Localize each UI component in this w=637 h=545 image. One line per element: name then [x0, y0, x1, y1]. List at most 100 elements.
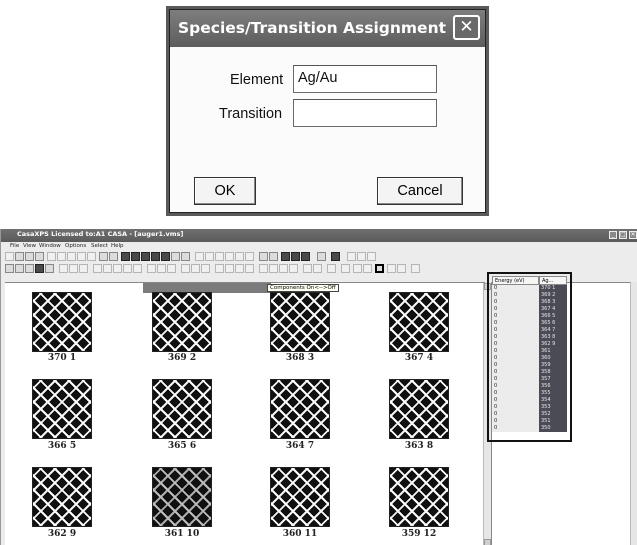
open-folder-icon[interactable]: [25, 252, 34, 261]
tile-display-icon[interactable]: [121, 252, 130, 261]
spectrum-tile[interactable]: [32, 467, 92, 527]
toolbar-icon[interactable]: [25, 264, 34, 273]
save-icon[interactable]: [35, 252, 44, 261]
toolbar-icon[interactable]: [279, 264, 288, 273]
toolbar-icon[interactable]: [357, 252, 366, 261]
toolbar-icon[interactable]: [191, 264, 200, 273]
toolbar-icon[interactable]: [281, 252, 290, 261]
toolbar-icon[interactable]: [269, 252, 278, 261]
toolbar-icon[interactable]: [5, 264, 14, 273]
spectrum-tile[interactable]: [32, 292, 92, 352]
toolbar-icon[interactable]: [205, 252, 214, 261]
close-icon[interactable]: ✕: [453, 15, 480, 40]
toolbar-icon[interactable]: [157, 264, 166, 273]
toolbar-icon[interactable]: [15, 264, 24, 273]
menu-file[interactable]: File: [10, 243, 19, 249]
toolbar-icon[interactable]: [397, 264, 406, 273]
spectrum-tile[interactable]: [389, 379, 449, 439]
toolbar-icon[interactable]: [93, 264, 102, 273]
components-toggle-button[interactable]: [375, 264, 384, 273]
toolbar-icon[interactable]: [225, 252, 234, 261]
spectrum-tile[interactable]: [152, 467, 212, 527]
toolbar-icon[interactable]: [133, 264, 142, 273]
toolbar-icon[interactable]: [313, 264, 322, 273]
tile-display-icon[interactable]: [161, 252, 170, 261]
toolbar-icon[interactable]: [327, 264, 336, 273]
spectrum-tile[interactable]: [389, 467, 449, 527]
toolbar-icon[interactable]: [103, 264, 112, 273]
toolbar-icon[interactable]: [77, 252, 86, 261]
toolbar-icon[interactable]: [215, 264, 224, 273]
toolbar-icon[interactable]: [331, 252, 340, 261]
ok-button[interactable]: OK: [194, 177, 256, 205]
toolbar-icon[interactable]: [363, 264, 372, 273]
spectrum-tile[interactable]: [32, 379, 92, 439]
toolbar-icon[interactable]: [259, 252, 268, 261]
toolbar-icon[interactable]: [167, 264, 176, 273]
toolbar-icon[interactable]: [289, 264, 298, 273]
toolbar-icon[interactable]: [259, 264, 268, 273]
app-titlebar[interactable]: CasaXPS Licensed to:A1 CASA - [auger1.vm…: [1, 229, 637, 242]
help-icon[interactable]: [367, 252, 376, 261]
toolbar-icon[interactable]: [245, 252, 254, 261]
cancel-button[interactable]: Cancel: [377, 177, 463, 205]
maximize-icon[interactable]: □: [619, 231, 627, 239]
spectrum-tile[interactable]: [270, 292, 330, 352]
transition-field[interactable]: [293, 99, 437, 127]
menu-help[interactable]: Help: [111, 243, 124, 249]
toolbar-icon[interactable]: [353, 264, 362, 273]
minimize-icon[interactable]: _: [609, 231, 617, 239]
toolbar-icon[interactable]: [59, 264, 68, 273]
menu-view[interactable]: View: [23, 243, 36, 249]
dialog-titlebar[interactable]: Species/Transition Assignment ✕: [170, 10, 485, 47]
menu-select[interactable]: Select: [91, 243, 108, 249]
toolbar-icon[interactable]: [45, 264, 54, 273]
tile-display-icon[interactable]: [151, 252, 160, 261]
toolbar-icon[interactable]: [99, 252, 108, 261]
toolbar-icon[interactable]: [35, 264, 44, 273]
toolbar-icon[interactable]: [215, 252, 224, 261]
toolbar-icon[interactable]: [57, 252, 66, 261]
scroll-down-icon[interactable]: [484, 539, 491, 545]
toolbar-icon[interactable]: [69, 264, 78, 273]
toolbar-icon[interactable]: [303, 264, 312, 273]
toolbar-icon[interactable]: [181, 252, 190, 261]
toolbar-icon[interactable]: [341, 264, 350, 273]
toolbar-icon[interactable]: [301, 252, 310, 261]
toolbar-icon[interactable]: [181, 264, 190, 273]
toolbar-icon[interactable]: [235, 252, 244, 261]
toolbar-icon[interactable]: [79, 264, 88, 273]
new-file-icon[interactable]: [5, 252, 14, 261]
menu-window[interactable]: Window: [39, 243, 61, 249]
toolbar-icon[interactable]: [67, 252, 76, 261]
toolbar-icon[interactable]: [317, 252, 326, 261]
spectrum-tile[interactable]: [152, 379, 212, 439]
spectrum-tile[interactable]: [152, 292, 212, 352]
toolbar-icon[interactable]: [113, 264, 122, 273]
toolbar-icon[interactable]: [171, 252, 180, 261]
toolbar-icon[interactable]: [109, 252, 118, 261]
toolbar-icon[interactable]: [123, 264, 132, 273]
toolbar-icon[interactable]: [245, 264, 254, 273]
spectrum-tile[interactable]: [389, 292, 449, 352]
toolbar-icon[interactable]: [47, 252, 56, 261]
toolbar-icon[interactable]: [235, 264, 244, 273]
browser-scrollbar[interactable]: [630, 282, 637, 545]
toolbar-icon[interactable]: [347, 252, 356, 261]
app-close-icon[interactable]: ✕: [629, 231, 637, 239]
spectrum-tile[interactable]: [270, 379, 330, 439]
toolbar-icon[interactable]: [291, 252, 300, 261]
spectrum-tile[interactable]: [270, 467, 330, 527]
toolbar-icon[interactable]: [87, 252, 96, 261]
toolbar-icon[interactable]: [387, 264, 396, 273]
open-file-icon[interactable]: [15, 252, 24, 261]
toolbar-icon[interactable]: [269, 264, 278, 273]
toolbar-icon[interactable]: [411, 264, 420, 273]
tile-display-icon[interactable]: [131, 252, 140, 261]
tile-display-icon[interactable]: [141, 252, 150, 261]
toolbar-icon[interactable]: [225, 264, 234, 273]
menu-options[interactable]: Options: [65, 243, 86, 249]
toolbar-icon[interactable]: [195, 252, 204, 261]
toolbar-icon[interactable]: [147, 264, 156, 273]
element-field[interactable]: Ag/Au: [293, 65, 437, 93]
